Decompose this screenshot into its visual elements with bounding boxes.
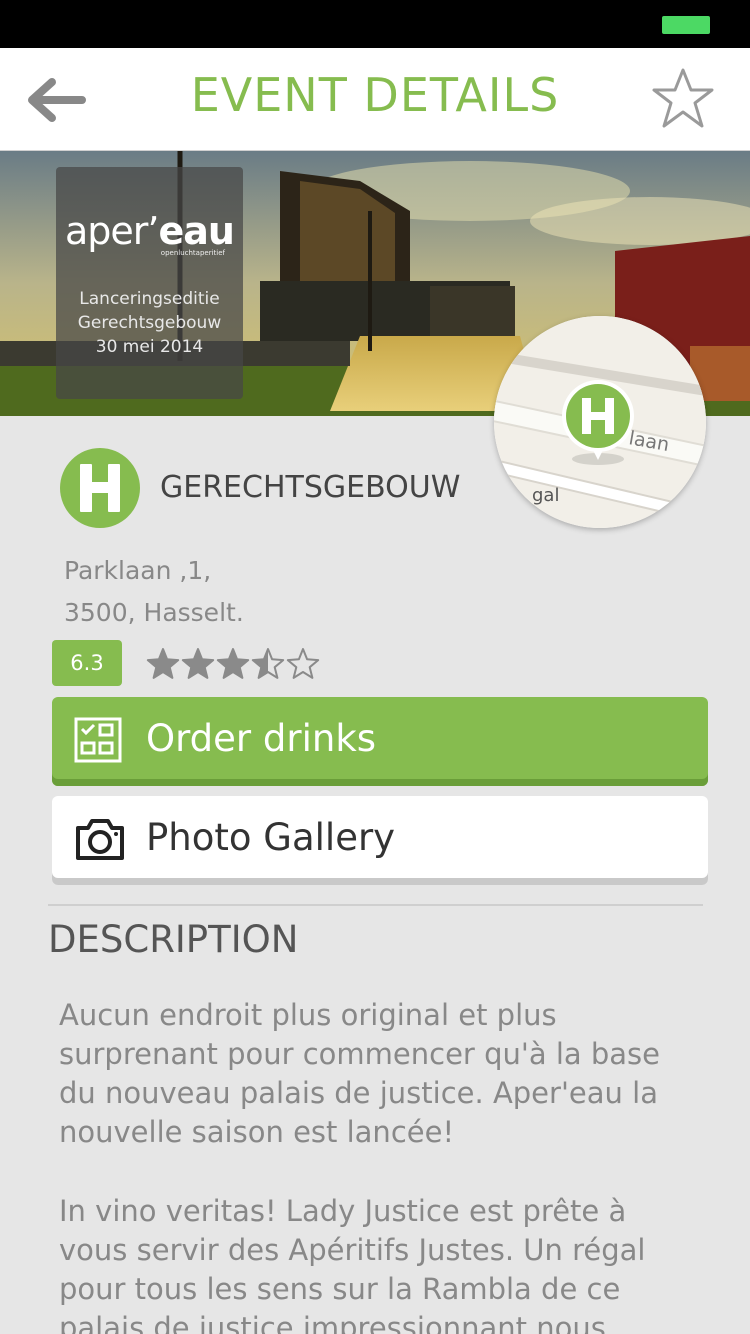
- battery-icon: [662, 16, 710, 34]
- rating-star-icon: [216, 648, 250, 679]
- address-line-2: 3500, Hasselt.: [64, 598, 244, 627]
- rating-star-icon: [251, 648, 285, 679]
- camera-icon: [76, 819, 124, 860]
- status-bar: [0, 0, 750, 48]
- venue-name: GERECHTSGEBOUW: [160, 470, 461, 505]
- address-line-1: Parklaan ,1,: [64, 556, 212, 585]
- order-drinks-label: Order drinks: [146, 717, 377, 760]
- description-paragraph: Aucun endroit plus original et plus surp…: [59, 998, 660, 1149]
- order-drinks-button[interactable]: Order drinks: [52, 697, 708, 786]
- description-title: DESCRIPTION: [48, 918, 299, 961]
- rating-score-badge: 6.3: [52, 640, 122, 686]
- edition-text: Lanceringseditie: [79, 289, 220, 309]
- event-logo: aper’eau: [65, 209, 235, 253]
- star-outline-icon: [652, 68, 714, 128]
- venue-text: Gerechtsgebouw: [77, 313, 222, 333]
- section-divider: [48, 904, 703, 906]
- venue-logo: [60, 448, 140, 528]
- photo-gallery-label: Photo Gallery: [146, 816, 396, 859]
- map-street-label-2: gal: [532, 485, 559, 506]
- checklist-icon: [74, 717, 122, 763]
- rating-star-icon: [181, 648, 215, 679]
- photo-gallery-button[interactable]: Photo Gallery: [52, 796, 708, 885]
- rating-star-icon: [286, 648, 320, 679]
- navigation-bar: EVENT DETAILS: [0, 48, 750, 151]
- page-title: EVENT DETAILS: [190, 68, 560, 122]
- date-text: 30 mei 2014: [95, 337, 204, 357]
- map-thumbnail[interactable]: laan gal: [494, 316, 706, 528]
- event-poster-card: aper’eau openluchtaperitief Lanceringsed…: [56, 167, 243, 399]
- map-view: laan gal: [494, 316, 706, 528]
- description-paragraph: In vino veritas! Lady Justice est prête …: [59, 1194, 646, 1334]
- star-rating: [146, 645, 326, 683]
- rating-star-icon: [146, 648, 180, 679]
- favorite-button[interactable]: [650, 66, 716, 132]
- h-logo-icon: [80, 464, 120, 512]
